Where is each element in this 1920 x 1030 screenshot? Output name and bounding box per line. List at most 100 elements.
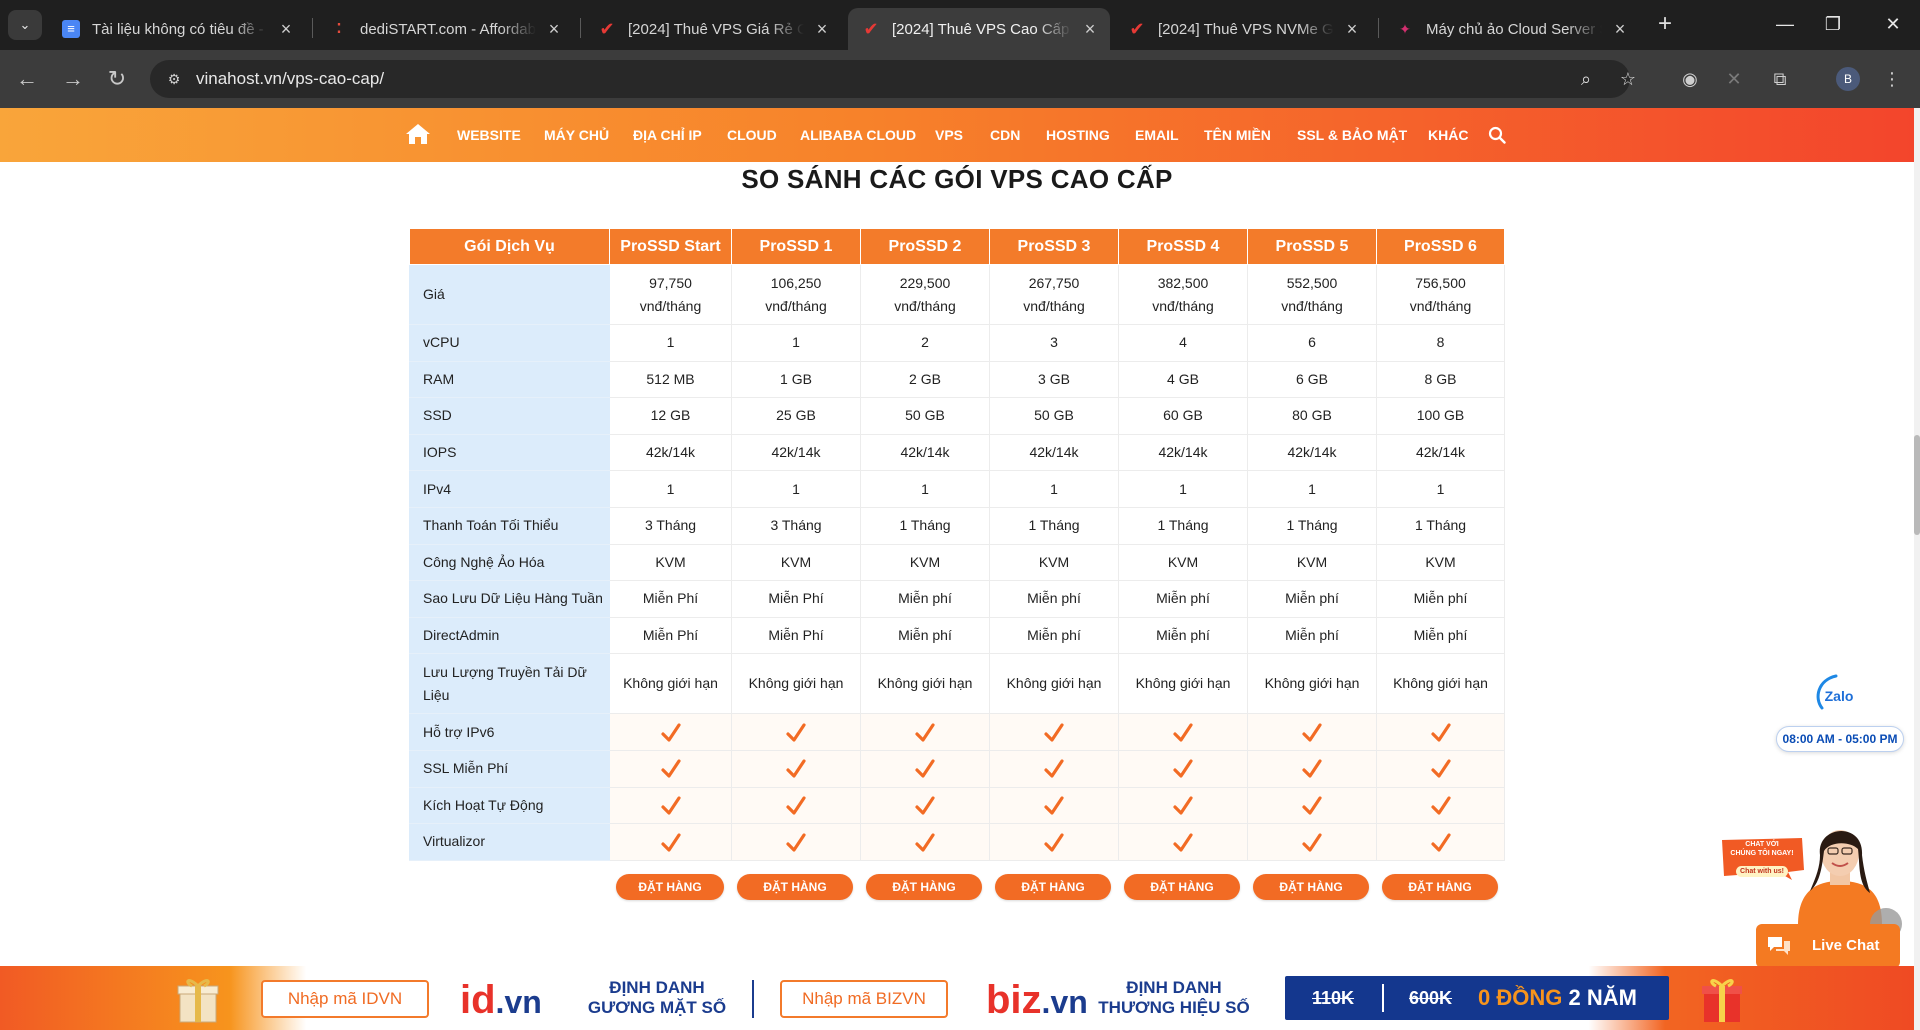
extension-x-icon[interactable]: ✕ bbox=[1720, 65, 1748, 93]
extensions-puzzle-icon[interactable]: ⧉ bbox=[1766, 65, 1794, 93]
zalo-icon[interactable]: Zalo bbox=[1808, 668, 1864, 724]
checkmark-icon bbox=[915, 723, 935, 742]
order-button-prossd-2[interactable]: ĐẶT HÀNG bbox=[866, 874, 982, 900]
promo-code-idvn[interactable]: Nhập mã IDVN bbox=[261, 980, 429, 1018]
tab-vps-cao-cap[interactable]: ✔ [2024] Thuê VPS Cao Cấp | × bbox=[848, 8, 1110, 50]
close-icon[interactable]: × bbox=[1342, 19, 1362, 40]
window-close-button[interactable]: ✕ bbox=[1870, 8, 1916, 40]
tab-google-docs[interactable]: ≡ Tài liệu không có tiêu đề - G × bbox=[48, 8, 306, 50]
close-icon[interactable]: × bbox=[812, 19, 832, 40]
tab-vps-gia-re[interactable]: ✔ [2024] Thuê VPS Giá Rẻ Ch × bbox=[584, 8, 842, 50]
profile-avatar[interactable]: B bbox=[1836, 67, 1860, 91]
plan-header: ProSSD 1 bbox=[731, 228, 861, 265]
order-button-prossd-3[interactable]: ĐẶT HÀNG bbox=[995, 874, 1111, 900]
table-header-row: Gói Dịch Vụ ProSSD Start ProSSD 1 ProSSD… bbox=[409, 228, 1505, 265]
order-button-prossd-6[interactable]: ĐẶT HÀNG bbox=[1382, 874, 1498, 900]
gift-box-icon bbox=[177, 979, 219, 1023]
nav-item-dia-chi-ip[interactable]: ĐỊA CHỈ IP bbox=[633, 108, 702, 162]
order-button-prossd-start[interactable]: ĐẶT HÀNG bbox=[616, 874, 724, 900]
table-cell: KVM bbox=[1376, 543, 1505, 582]
table-cell: 1 bbox=[1118, 470, 1248, 508]
checkmark-icon bbox=[1044, 759, 1064, 778]
checkmark-icon bbox=[1044, 723, 1064, 742]
idvn-logo-main: id bbox=[460, 978, 496, 1022]
nav-item-email[interactable]: EMAIL bbox=[1135, 108, 1179, 162]
nav-item-website[interactable]: WEBSITE bbox=[457, 108, 521, 162]
chat-bubble-line2: CHÚNG TÔI NGAY! bbox=[1730, 850, 1794, 857]
checkmark-icon bbox=[1430, 723, 1451, 742]
nav-item-khac[interactable]: KHÁC bbox=[1428, 108, 1468, 162]
site-settings-icon[interactable]: ⚙ bbox=[164, 69, 184, 89]
tab-title: dediSTART.com - Affordable bbox=[360, 20, 536, 38]
nav-item-ssl-bao-mat[interactable]: SSL & BẢO MẬT bbox=[1297, 108, 1407, 162]
table-cell: KVM bbox=[609, 543, 732, 582]
free-offer-prefix: 0 ĐỒNG bbox=[1478, 985, 1563, 1010]
tab-search-button[interactable]: ⌄ bbox=[8, 10, 42, 40]
nav-item-cdn[interactable]: CDN bbox=[990, 108, 1020, 162]
table-cell: Miễn phí bbox=[989, 580, 1119, 618]
forward-button[interactable]: → bbox=[58, 64, 88, 94]
price-value: 552,500 bbox=[1286, 274, 1338, 291]
table-row-ssd: SSD 12 GB 25 GB 50 GB 50 GB 60 GB 80 GB … bbox=[409, 397, 1505, 435]
table-cell: 1 bbox=[731, 324, 861, 362]
search-icon[interactable] bbox=[1488, 126, 1506, 144]
checkmark-icon bbox=[660, 796, 681, 815]
checkmark-icon bbox=[1302, 723, 1322, 742]
reload-button[interactable]: ↻ bbox=[102, 64, 132, 94]
nav-item-may-chu[interactable]: MÁY CHỦ bbox=[544, 108, 609, 162]
table-cell: 1 bbox=[609, 324, 732, 362]
nav-item-cloud[interactable]: CLOUD bbox=[727, 108, 777, 162]
table-row-vcpu: vCPU 1 1 2 3 4 6 8 bbox=[409, 324, 1505, 362]
zalo-label: Zalo bbox=[1825, 688, 1854, 704]
price-value: 229,500 bbox=[899, 274, 951, 291]
nav-item-vps[interactable]: VPS bbox=[935, 108, 963, 162]
table-cell: Miễn Phí bbox=[609, 616, 732, 655]
checkmark-icon bbox=[915, 759, 935, 778]
table-row-traffic: Lưu Lượng Truyền Tải Dữ Liệu Không giới … bbox=[409, 653, 1505, 715]
page-scrollbar-thumb[interactable] bbox=[1914, 435, 1920, 535]
new-tab-button[interactable]: + bbox=[1650, 10, 1680, 40]
tab-dedistart[interactable]: ⁚ dediSTART.com - Affordable × bbox=[316, 8, 574, 50]
checkmark-icon bbox=[660, 832, 681, 852]
row-label: Sao Lưu Dữ Liệu Hàng Tuần bbox=[409, 580, 610, 618]
table-cell: KVM bbox=[860, 543, 990, 582]
address-bar[interactable]: ⚙ vinahost.vn/vps-cao-cap/ ⌕ ☆ bbox=[150, 60, 1636, 98]
close-icon[interactable]: × bbox=[1610, 19, 1630, 40]
close-icon[interactable]: × bbox=[276, 19, 296, 40]
order-button-prossd-5[interactable]: ĐẶT HÀNG bbox=[1253, 874, 1369, 900]
row-label: Kích Hoạt Tự Động bbox=[409, 786, 610, 825]
checkmark-icon bbox=[1302, 796, 1322, 815]
table-cell: 1 bbox=[1376, 470, 1505, 508]
tab-vps-nvme[interactable]: ✔ [2024] Thuê VPS NVMe Giá × bbox=[1114, 8, 1372, 50]
kebab-menu-icon[interactable]: ⋮ bbox=[1878, 65, 1906, 93]
promo-banner[interactable]: Nhập mã IDVN id.vn ĐỊNH DANH GƯƠNG MẶT S… bbox=[0, 966, 1914, 1030]
table-cell: 1 Tháng bbox=[860, 506, 990, 545]
restore-button[interactable]: ❐ bbox=[1810, 8, 1856, 40]
home-icon[interactable] bbox=[405, 122, 431, 146]
free-offer-text: 0 ĐỒNG 2 NĂM bbox=[1478, 976, 1637, 1020]
minimize-button[interactable]: — bbox=[1762, 8, 1808, 40]
nav-item-alibaba-cloud[interactable]: ALIBABA CLOUD bbox=[800, 108, 916, 162]
bookmark-star-icon[interactable]: ☆ bbox=[1616, 68, 1640, 90]
order-button-prossd-4[interactable]: ĐẶT HÀNG bbox=[1124, 874, 1240, 900]
row-label: Giá bbox=[409, 264, 610, 325]
tab-cloud-server[interactable]: ✦ Máy chủ ảo Cloud Server S × bbox=[1382, 8, 1640, 50]
checkmark-icon bbox=[1173, 832, 1193, 852]
promo-code-bizvn[interactable]: Nhập mã BIZVN bbox=[780, 980, 948, 1018]
zoom-icon[interactable]: ⌕ bbox=[1574, 68, 1598, 90]
order-button-prossd-1[interactable]: ĐẶT HÀNG bbox=[737, 874, 853, 900]
live-chat-button[interactable]: Live Chat bbox=[1756, 924, 1900, 968]
close-icon[interactable]: × bbox=[544, 19, 564, 40]
page-scrollbar-track[interactable] bbox=[1914, 108, 1920, 1030]
vps-comparison-table: Gói Dịch Vụ ProSSD Start ProSSD 1 ProSSD… bbox=[409, 228, 1505, 861]
nav-item-ten-mien[interactable]: TÊN MIỀN bbox=[1204, 108, 1271, 162]
table-row-ipv4: IPv4 1 1 1 1 1 1 1 bbox=[409, 470, 1505, 508]
table-cell: 1 Tháng bbox=[1247, 506, 1377, 545]
camera-icon[interactable]: ◉ bbox=[1676, 65, 1704, 93]
table-cell: 8 bbox=[1376, 324, 1505, 362]
tagline-1-bottom: GƯƠNG MẶT SỐ bbox=[587, 998, 727, 1017]
nav-item-hosting[interactable]: HOSTING bbox=[1046, 108, 1110, 162]
close-icon[interactable]: × bbox=[1080, 19, 1100, 40]
back-button[interactable]: ← bbox=[12, 64, 42, 94]
table-cell: Không giới hạn bbox=[731, 653, 861, 715]
